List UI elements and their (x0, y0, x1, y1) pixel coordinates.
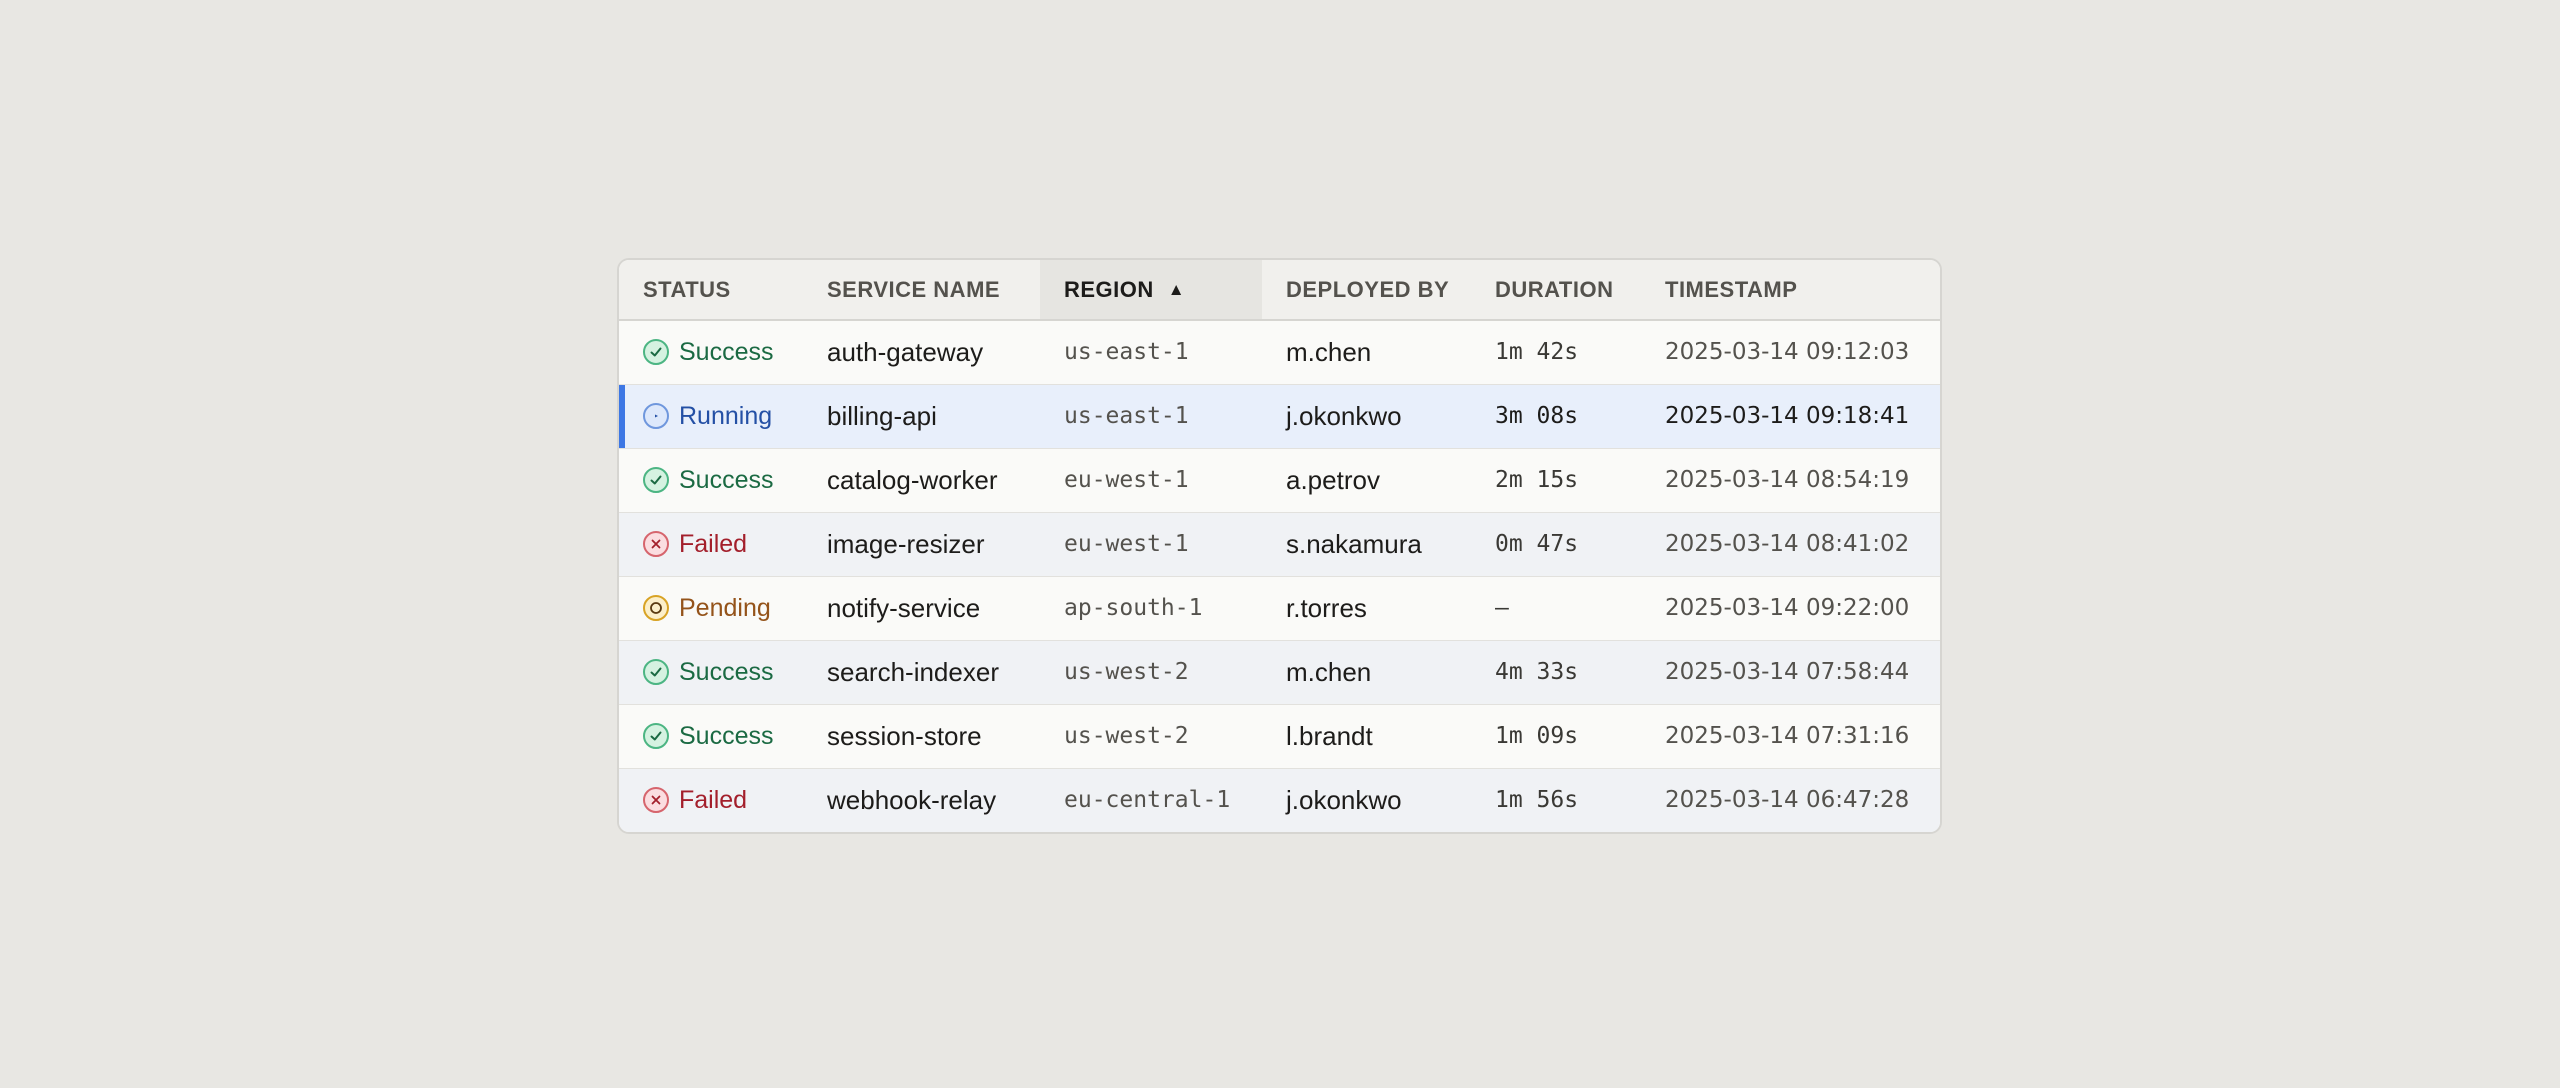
region-cell: eu-central-1 (1064, 787, 1231, 814)
status-cell: Success (619, 448, 803, 512)
status-label: Failed (679, 529, 748, 558)
deployed-by-cell: s.nakamura (1286, 528, 1422, 559)
check-icon (643, 723, 669, 749)
status-badge: Pending (643, 594, 803, 623)
status-badge: Success (643, 658, 803, 687)
status-badge: Success (643, 466, 803, 495)
column-header-duration[interactable]: DURATION (1471, 260, 1641, 321)
service-name-cell: search-indexer (827, 656, 999, 687)
duration-cell: 2m 15s (1495, 467, 1579, 493)
region-cell: ap-south-1 (1064, 595, 1203, 621)
service-name-cell: session-store (827, 720, 982, 751)
status-badge: Running (643, 402, 803, 431)
timestamp-cell: 2025-03-14 06:47:28 (1665, 787, 1910, 814)
check-icon (643, 339, 669, 366)
column-header-label: REGION (1064, 276, 1154, 302)
sort-ascending-icon: ▲ (1167, 279, 1186, 299)
status-cell: Failed (619, 768, 803, 832)
duration-cell: 1m 56s (1495, 787, 1579, 814)
column-header-service-name[interactable]: SERVICE NAME (803, 260, 1040, 321)
table-row[interactable]: Running billing-api us-east-1 j.okonkwo … (619, 384, 1940, 448)
deployed-by-cell: r.torres (1286, 592, 1367, 623)
status-badge: Failed (643, 530, 803, 559)
deployed-by-cell: l.brandt (1286, 720, 1373, 751)
status-badge: Success (643, 722, 803, 751)
check-icon (643, 467, 669, 493)
column-header-label: STATUS (643, 276, 731, 302)
table-row[interactable]: Success session-store us-west-2 l.brandt… (619, 704, 1940, 768)
play-icon (643, 403, 669, 429)
region-cell: us-east-1 (1064, 403, 1189, 429)
duration-cell: 0m 47s (1495, 531, 1579, 557)
table-row[interactable]: Failed webhook-relay eu-central-1 j.okon… (619, 768, 1940, 832)
table-row[interactable]: Failed image-resizer eu-west-1 s.nakamur… (619, 512, 1940, 576)
column-header-label: DEPLOYED BY (1286, 276, 1450, 302)
table-header-row: STATUS SERVICE NAME REGION ▲ DEPLOYED BY … (619, 260, 1940, 321)
timestamp-cell: 2025-03-14 07:58:44 (1665, 659, 1910, 685)
timestamp-cell: 2025-03-14 09:12:03 (1665, 339, 1910, 366)
deployed-by-cell: j.okonkwo (1286, 400, 1402, 431)
deployments-table-card: STATUS SERVICE NAME REGION ▲ DEPLOYED BY … (617, 258, 1942, 834)
service-name-cell: catalog-worker (827, 464, 998, 495)
column-header-deployed-by[interactable]: DEPLOYED BY (1262, 260, 1471, 321)
region-cell: us-east-1 (1064, 339, 1189, 366)
status-cell: Pending (619, 576, 803, 640)
table-row[interactable]: Success auth-gateway us-east-1 m.chen 1m… (619, 320, 1940, 384)
status-label: Success (679, 465, 774, 494)
column-header-label: SERVICE NAME (827, 276, 1001, 302)
service-name-cell: webhook-relay (827, 784, 997, 815)
table-body: Success auth-gateway us-east-1 m.chen 1m… (619, 320, 1940, 832)
table-row[interactable]: Pending notify-service ap-south-1 r.torr… (619, 576, 1940, 640)
status-badge: Success (643, 338, 803, 367)
status-label: Success (679, 337, 774, 366)
deployed-by-cell: m.chen (1286, 336, 1372, 367)
table-row[interactable]: Success search-indexer us-west-2 m.chen … (619, 640, 1940, 704)
deployed-by-cell: j.okonkwo (1286, 784, 1402, 815)
status-cell: Failed (619, 512, 803, 576)
region-cell: us-west-2 (1064, 723, 1189, 749)
status-label: Success (679, 721, 774, 750)
column-header-label: DURATION (1495, 276, 1614, 302)
service-name-cell: image-resizer (827, 528, 985, 559)
deployed-by-cell: m.chen (1286, 656, 1372, 687)
timestamp-cell: 2025-03-14 08:54:19 (1665, 467, 1910, 493)
service-name-cell: auth-gateway (827, 336, 984, 367)
status-label: Running (679, 401, 773, 430)
service-name-cell: notify-service (827, 592, 981, 623)
column-header-timestamp[interactable]: TIMESTAMP (1641, 260, 1940, 321)
duration-cell: 1m 09s (1495, 723, 1579, 749)
column-header-label: TIMESTAMP (1665, 276, 1798, 302)
circle-icon (643, 595, 669, 621)
column-header-region[interactable]: REGION ▲ (1040, 260, 1262, 321)
timestamp-cell: 2025-03-14 09:18:41 (1665, 403, 1910, 429)
region-cell: eu-west-1 (1064, 531, 1189, 557)
deployments-table: STATUS SERVICE NAME REGION ▲ DEPLOYED BY … (619, 260, 1940, 832)
timestamp-cell: 2025-03-14 09:22:00 (1665, 595, 1910, 621)
status-label: Failed (679, 785, 748, 814)
duration-cell: 3m 08s (1495, 403, 1579, 429)
status-label: Pending (679, 593, 771, 622)
status-cell: Success (619, 704, 803, 768)
column-header-status[interactable]: STATUS (619, 260, 803, 321)
status-cell: Running (619, 384, 803, 448)
region-cell: us-west-2 (1064, 659, 1189, 685)
table-row[interactable]: Success catalog-worker eu-west-1 a.petro… (619, 448, 1940, 512)
x-icon (643, 787, 669, 814)
timestamp-cell: 2025-03-14 08:41:02 (1665, 531, 1910, 557)
check-icon (643, 659, 669, 685)
status-cell: Success (619, 640, 803, 704)
duration-cell: 4m 33s (1495, 659, 1579, 685)
x-icon (643, 531, 669, 557)
status-cell: Success (619, 320, 803, 384)
deployed-by-cell: a.petrov (1286, 464, 1380, 495)
duration-cell: 1m 42s (1495, 339, 1579, 366)
service-name-cell: billing-api (827, 400, 937, 431)
region-cell: eu-west-1 (1064, 467, 1189, 493)
status-label: Success (679, 657, 774, 686)
status-badge: Failed (643, 786, 803, 815)
timestamp-cell: 2025-03-14 07:31:16 (1665, 723, 1910, 749)
duration-cell: — (1495, 595, 1509, 621)
